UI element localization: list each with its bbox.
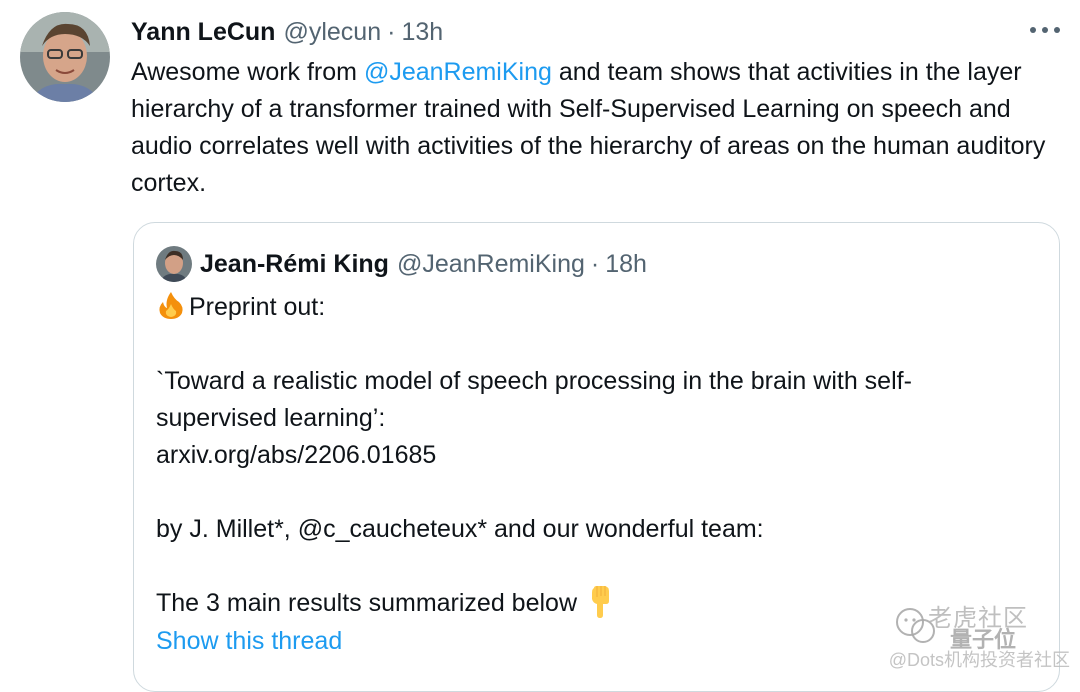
quoted-tweet-text: Preprint out: `Toward a realistic model … <box>156 289 1036 622</box>
quoted-author-avatar[interactable] <box>156 246 192 282</box>
quoted-author-name[interactable]: Jean-Rémi King <box>200 250 389 279</box>
show-thread-link[interactable]: Show this thread <box>156 627 342 656</box>
quoted-text-title-2: supervised learning’: <box>156 404 386 432</box>
quoted-tweet-time[interactable]: 18h <box>605 250 647 279</box>
quoted-author-handle[interactable]: @JeanRemiKing <box>397 250 585 279</box>
tweet-text-part: Awesome work from <box>131 58 364 86</box>
mention-link[interactable]: @JeanRemiKing <box>364 58 552 86</box>
separator: · <box>590 249 600 278</box>
quoted-tweet-header: Jean-Rémi King @JeanRemiKing · 18h <box>156 246 647 282</box>
avatar-photo <box>156 246 192 282</box>
tweet-time[interactable]: 13h <box>401 18 443 47</box>
separator: · <box>387 17 396 46</box>
pointing-down-emoji-icon <box>592 586 609 618</box>
author-handle[interactable]: @ylecun <box>283 18 381 47</box>
more-dot <box>1042 27 1048 33</box>
author-name[interactable]: Yann LeCun <box>131 18 275 47</box>
more-dot <box>1054 27 1060 33</box>
author-avatar[interactable] <box>20 12 110 102</box>
more-dot <box>1030 27 1036 33</box>
avatar-photo <box>20 12 110 102</box>
tweet-text: Awesome work from @JeanRemiKing and team… <box>131 54 1061 202</box>
left-gutter <box>0 0 116 678</box>
quoted-text-preprint: Preprint out: <box>189 293 326 321</box>
fire-emoji-icon <box>159 292 183 319</box>
arxiv-link[interactable]: arxiv.org/abs/2206.01685 <box>156 437 1036 474</box>
watermark-handle: @Dots机构投资者社区 <box>888 650 1070 670</box>
tweet-header: Yann LeCun @ylecun · 13h <box>131 14 443 50</box>
more-horizontal-icon[interactable] <box>1030 20 1060 40</box>
quoted-text-authors: by J. Millet*, @c_caucheteux* and our wo… <box>156 515 764 543</box>
quoted-text-title-1: `Toward a realistic model of speech proc… <box>156 367 912 395</box>
quoted-line: Preprint out: <box>156 289 1036 326</box>
quoted-text-results: The 3 main results summarized below <box>156 589 577 617</box>
